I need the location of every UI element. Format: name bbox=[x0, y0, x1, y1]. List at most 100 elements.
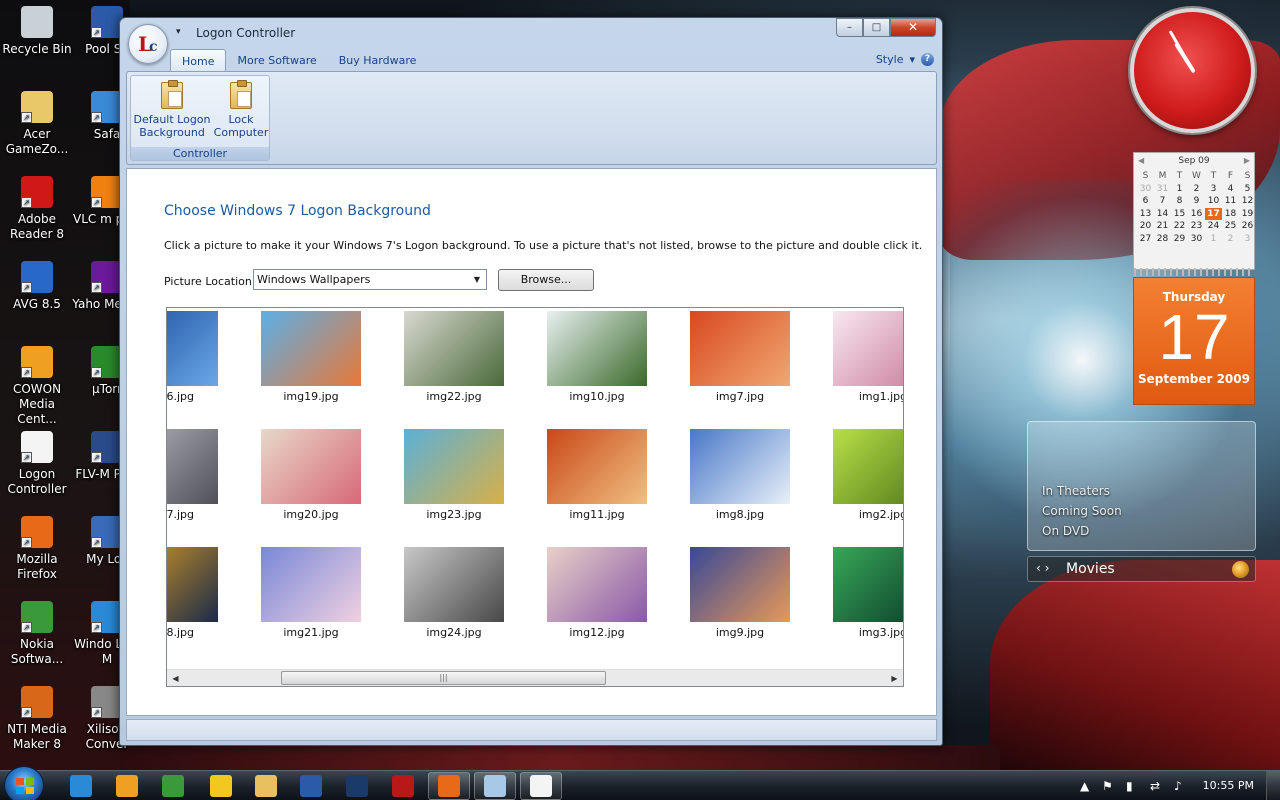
calendar-day[interactable]: 1 bbox=[1205, 233, 1222, 246]
taskbar-running-app[interactable] bbox=[520, 772, 562, 800]
scrollbar-thumb[interactable]: ||| bbox=[281, 671, 606, 685]
thumbnail-image[interactable] bbox=[690, 311, 790, 386]
desktop-icon[interactable]: ↗ Adobe Reader 8 bbox=[0, 176, 74, 242]
show-desktop-button[interactable] bbox=[1266, 771, 1280, 800]
calendar-day[interactable]: 2 bbox=[1222, 233, 1239, 246]
calendar-day[interactable]: 23 bbox=[1188, 220, 1205, 233]
photoshop-icon[interactable] bbox=[346, 775, 368, 797]
thumbnail-item[interactable]: 6.jpg bbox=[167, 311, 218, 403]
calendar-day[interactable]: 3 bbox=[1205, 183, 1222, 196]
tab-buy-hardware[interactable]: Buy Hardware bbox=[328, 49, 428, 71]
thumbnail-image[interactable] bbox=[167, 429, 218, 504]
thumbnail-image[interactable] bbox=[833, 547, 903, 622]
thumbnail-image[interactable] bbox=[547, 311, 647, 386]
thumbnail-item[interactable]: img8.jpg bbox=[690, 429, 790, 521]
thumbnail-item[interactable]: img1.jpg bbox=[833, 311, 903, 403]
calendar-day[interactable]: 19 bbox=[1239, 208, 1256, 221]
thumbnail-item[interactable]: img9.jpg bbox=[690, 547, 790, 639]
thumbnail-image[interactable] bbox=[167, 311, 218, 386]
thumbnail-image[interactable] bbox=[690, 429, 790, 504]
thumbnail-image[interactable] bbox=[261, 311, 361, 386]
minimize-button[interactable]: – bbox=[836, 18, 863, 37]
calendar-day[interactable]: 30 bbox=[1188, 233, 1205, 246]
show-hidden-icons-icon[interactable]: ▲ bbox=[1080, 779, 1089, 793]
calendar-day[interactable]: 7 bbox=[1154, 195, 1171, 208]
thumbnail-item[interactable]: img22.jpg bbox=[404, 311, 504, 403]
calendar-day[interactable]: 5 bbox=[1239, 183, 1256, 196]
calendar-day[interactable]: 10 bbox=[1205, 195, 1222, 208]
quick-access-dropdown-icon[interactable]: ▾ bbox=[176, 27, 181, 37]
movies-gadget[interactable]: In Theaters Coming Soon On DVD bbox=[1027, 421, 1256, 551]
calendar-day[interactable]: 22 bbox=[1171, 220, 1188, 233]
calendar-day[interactable]: 8 bbox=[1171, 195, 1188, 208]
thumbnail-item[interactable]: img3.jpg bbox=[833, 547, 903, 639]
thumbnail-item[interactable]: img11.jpg bbox=[547, 429, 647, 521]
title-bar[interactable]: L c ▾ Logon Controller – □ ✕ bbox=[120, 18, 942, 64]
calendar-day[interactable]: 6 bbox=[1137, 195, 1154, 208]
thumbnail-item[interactable]: img20.jpg bbox=[261, 429, 361, 521]
action-center-flag-icon[interactable]: ⚑ bbox=[1102, 779, 1113, 793]
calendar-day[interactable]: 1 bbox=[1171, 183, 1188, 196]
desktop-icon[interactable]: ↗ AVG 8.5 bbox=[0, 261, 74, 312]
calendar-day[interactable]: 13 bbox=[1137, 208, 1154, 221]
thumbnail-image[interactable] bbox=[833, 429, 903, 504]
thumbnail-item[interactable]: img23.jpg bbox=[404, 429, 504, 521]
thumbnail-item[interactable]: img10.jpg bbox=[547, 311, 647, 403]
thumbnail-item[interactable]: img2.jpg bbox=[833, 429, 903, 521]
thumbnail-image[interactable] bbox=[261, 547, 361, 622]
calendar-day[interactable]: 31 bbox=[1154, 183, 1171, 196]
thumbnail-image[interactable] bbox=[547, 429, 647, 504]
calendar-day[interactable]: 25 bbox=[1222, 220, 1239, 233]
desktop-icon[interactable]: ↗ Acer GameZo... bbox=[0, 91, 74, 157]
style-menu[interactable]: Style ▾ ? bbox=[876, 53, 934, 66]
calendar-day[interactable]: 30 bbox=[1137, 183, 1154, 196]
flash-icon[interactable] bbox=[392, 775, 414, 797]
calendar-day[interactable]: 12 bbox=[1239, 195, 1256, 208]
thumbnail-item[interactable]: 8.jpg bbox=[167, 547, 218, 639]
chevron-left-icon[interactable]: ◀ bbox=[1138, 156, 1144, 165]
movies-item[interactable]: In Theaters bbox=[1042, 484, 1110, 498]
start-button[interactable] bbox=[4, 766, 44, 800]
clock-gadget[interactable] bbox=[1130, 8, 1255, 133]
thumbnail-image[interactable] bbox=[404, 311, 504, 386]
calendar-day[interactable]: 15 bbox=[1171, 208, 1188, 221]
calendar-day[interactable]: 21 bbox=[1154, 220, 1171, 233]
chevron-right-icon[interactable]: ▶ bbox=[1244, 156, 1250, 165]
thumbnail-item[interactable]: 7.jpg bbox=[167, 429, 218, 521]
internet-explorer-icon[interactable] bbox=[70, 775, 92, 797]
movies-item[interactable]: On DVD bbox=[1042, 524, 1089, 538]
calendar-day[interactable]: 24 bbox=[1205, 220, 1222, 233]
thumbnail-item[interactable]: img21.jpg bbox=[261, 547, 361, 639]
thumbnail-item[interactable]: img19.jpg bbox=[261, 311, 361, 403]
maximize-button[interactable]: □ bbox=[863, 18, 890, 37]
thumbnail-image[interactable] bbox=[547, 547, 647, 622]
calendar-day[interactable]: 2 bbox=[1188, 183, 1205, 196]
desktop-icon[interactable]: ↗ COWON Media Cent... bbox=[0, 346, 74, 427]
desktop-icon[interactable]: ↗ Mozilla Firefox bbox=[0, 516, 74, 582]
emoticon-icon[interactable] bbox=[210, 775, 232, 797]
desktop-icon[interactable]: ↗ NTI Media Maker 8 bbox=[0, 686, 74, 752]
desktop-icon[interactable]: ↗ Nokia Softwa... bbox=[0, 601, 74, 667]
thumbnail-item[interactable]: img7.jpg bbox=[690, 311, 790, 403]
scroll-left-icon[interactable]: ◀ bbox=[167, 670, 184, 686]
thumbnail-image[interactable] bbox=[833, 311, 903, 386]
desktop-icon[interactable]: Recycle Bin bbox=[0, 6, 74, 57]
messenger-icon[interactable] bbox=[162, 775, 184, 797]
media-player-icon[interactable] bbox=[116, 775, 138, 797]
browse-button[interactable]: Browse... bbox=[498, 269, 594, 291]
help-icon[interactable]: ? bbox=[921, 53, 934, 66]
default-logon-background-button[interactable]: Default Logon Background bbox=[133, 80, 211, 139]
application-orb-button[interactable]: L c bbox=[128, 24, 168, 64]
calendar-day[interactable]: 28 bbox=[1154, 233, 1171, 246]
calendar-day[interactable]: 16 bbox=[1188, 208, 1205, 221]
calendar-day[interactable]: 4 bbox=[1222, 183, 1239, 196]
calendar-day[interactable]: 3 bbox=[1239, 233, 1256, 246]
calendar-gadget[interactable]: ◀ Sep 09 ▶ S M T W T F S 30 31 1 2 3 4 5 6 7 8 9 10 11 12 13 1… bbox=[1133, 152, 1255, 270]
thumbnail-image[interactable] bbox=[404, 547, 504, 622]
thumbnail-item[interactable]: img12.jpg bbox=[547, 547, 647, 639]
thumbnail-image[interactable] bbox=[690, 547, 790, 622]
thumbnail-image[interactable] bbox=[261, 429, 361, 504]
movies-nav-arrows-icon[interactable]: ‹ › bbox=[1036, 561, 1049, 575]
volume-icon[interactable]: ♪ bbox=[1174, 779, 1182, 793]
clock-time[interactable]: 10:55 PM bbox=[1203, 779, 1254, 792]
